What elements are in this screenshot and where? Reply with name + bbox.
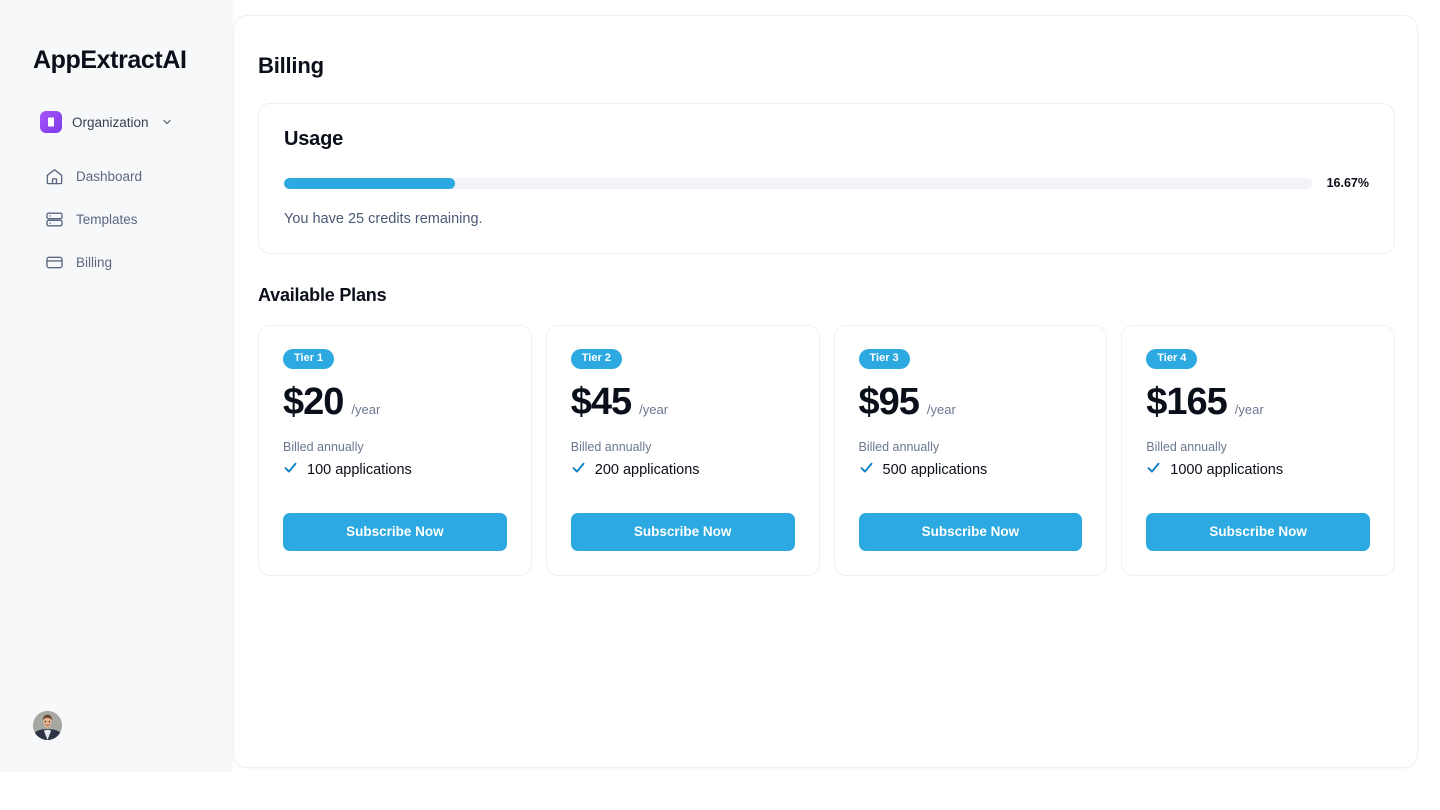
usage-progress-row: 16.67% [284,176,1369,190]
main-panel: Billing Usage 16.67% You have 25 credits… [233,15,1418,768]
sidebar-item-billing[interactable]: Billing [0,245,233,279]
sidebar-item-label: Billing [76,255,112,270]
credit-card-icon [44,252,64,272]
plan-billed-note: Billed annually [859,440,1083,454]
plan-feature-text: 500 applications [883,462,988,478]
plan-billed-note: Billed annually [571,440,795,454]
subscribe-button[interactable]: Subscribe Now [283,513,507,551]
tier-badge: Tier 1 [283,349,334,369]
plan-feature-row: 100 applications [283,460,507,480]
plan-card: Tier 1 $20 /year Billed annually 100 app… [258,325,532,576]
plan-price: $20 [283,383,343,421]
plan-billed-note: Billed annually [283,440,507,454]
sidebar-item-label: Templates [76,212,138,227]
plan-feature-row: 1000 applications [1146,460,1370,480]
usage-progress-fill [284,178,455,189]
subscribe-button[interactable]: Subscribe Now [1146,513,1370,551]
usage-credits-note: You have 25 credits remaining. [284,211,1369,227]
sidebar: AppExtractAI Organization [0,0,233,772]
plan-feature-text: 1000 applications [1170,462,1283,478]
plan-card: Tier 3 $95 /year Billed annually 500 app… [834,325,1108,576]
plan-period: /year [927,402,956,417]
plan-feature-text: 200 applications [595,462,700,478]
usage-percent-label: 16.67% [1327,176,1369,190]
check-icon [571,460,586,480]
plan-price: $95 [859,383,919,421]
plan-price-row: $165 /year [1146,383,1370,421]
plan-feature-row: 500 applications [859,460,1083,480]
usage-progress-bar [284,178,1313,189]
plan-price-row: $45 /year [571,383,795,421]
main-content-wrap: Billing Usage 16.67% You have 25 credits… [233,0,1440,810]
subscribe-button[interactable]: Subscribe Now [571,513,795,551]
page-title: Billing [258,53,1395,79]
tier-badge: Tier 4 [1146,349,1197,369]
sidebar-item-dashboard[interactable]: Dashboard [0,159,233,193]
plan-billed-note: Billed annually [1146,440,1370,454]
organization-building-icon [40,111,62,133]
server-stack-icon [44,209,64,229]
organization-label: Organization [72,115,149,130]
avatar[interactable] [33,711,62,740]
organization-switcher[interactable]: Organization [40,111,233,133]
plan-feature-text: 100 applications [307,462,412,478]
app-root: AppExtractAI Organization [0,0,1440,810]
check-icon [859,460,874,480]
app-brand-title: AppExtractAI [0,0,233,75]
tier-badge: Tier 2 [571,349,622,369]
plan-price-row: $20 /year [283,383,507,421]
sidebar-item-label: Dashboard [76,169,142,184]
plan-card: Tier 2 $45 /year Billed annually 200 app… [546,325,820,576]
plan-period: /year [351,402,380,417]
plan-price-row: $95 /year [859,383,1083,421]
plan-feature-row: 200 applications [571,460,795,480]
usage-card: Usage 16.67% You have 25 credits remaini… [258,103,1395,254]
subscribe-button[interactable]: Subscribe Now [859,513,1083,551]
sidebar-nav: Dashboard Templates [0,159,233,279]
plan-period: /year [1235,402,1264,417]
plan-card: Tier 4 $165 /year Billed annually 1000 a… [1121,325,1395,576]
plan-price: $165 [1146,383,1227,421]
sidebar-item-templates[interactable]: Templates [0,202,233,236]
plans-grid: Tier 1 $20 /year Billed annually 100 app… [258,325,1395,576]
available-plans-title: Available Plans [258,285,1395,306]
chevron-down-icon [161,116,173,128]
plan-price: $45 [571,383,631,421]
check-icon [1146,460,1161,480]
usage-title: Usage [284,128,1369,151]
tier-badge: Tier 3 [859,349,910,369]
home-icon [44,166,64,186]
plan-period: /year [639,402,668,417]
check-icon [283,460,298,480]
